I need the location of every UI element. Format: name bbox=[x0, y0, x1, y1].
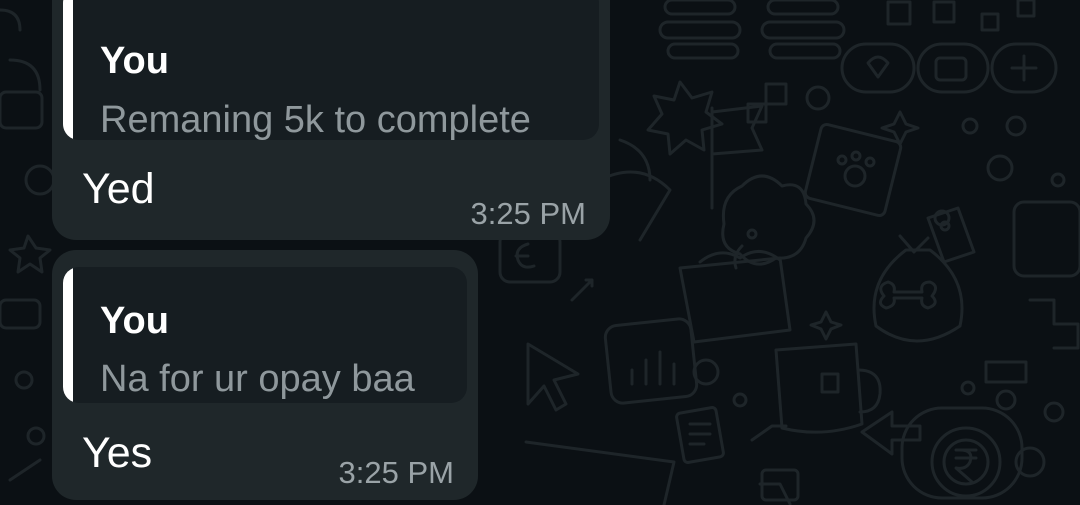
chat-area[interactable]: You Remaning 5k to complete Yed 3:25 PM … bbox=[0, 0, 1080, 505]
message-bubble[interactable]: You Remaning 5k to complete Yed 3:25 PM bbox=[52, 0, 610, 240]
message-bubble[interactable]: You Na for ur opay baa Yes 3:25 PM bbox=[52, 250, 478, 500]
reply-quote[interactable]: You Remaning 5k to complete bbox=[63, 0, 599, 140]
message-timestamp: 3:25 PM bbox=[470, 196, 586, 231]
message-text: Yed bbox=[82, 165, 155, 213]
quote-accent-bar bbox=[63, 0, 73, 140]
quote-author: You bbox=[100, 40, 169, 82]
quote-author: You bbox=[100, 300, 169, 342]
quote-text: Remaning 5k to complete bbox=[100, 99, 531, 140]
quote-accent-bar bbox=[63, 267, 73, 403]
message-text: Yes bbox=[82, 429, 153, 477]
reply-quote[interactable]: You Na for ur opay baa bbox=[63, 267, 467, 403]
message-timestamp: 3:25 PM bbox=[338, 455, 454, 490]
quote-text: Na for ur opay baa bbox=[100, 358, 415, 400]
